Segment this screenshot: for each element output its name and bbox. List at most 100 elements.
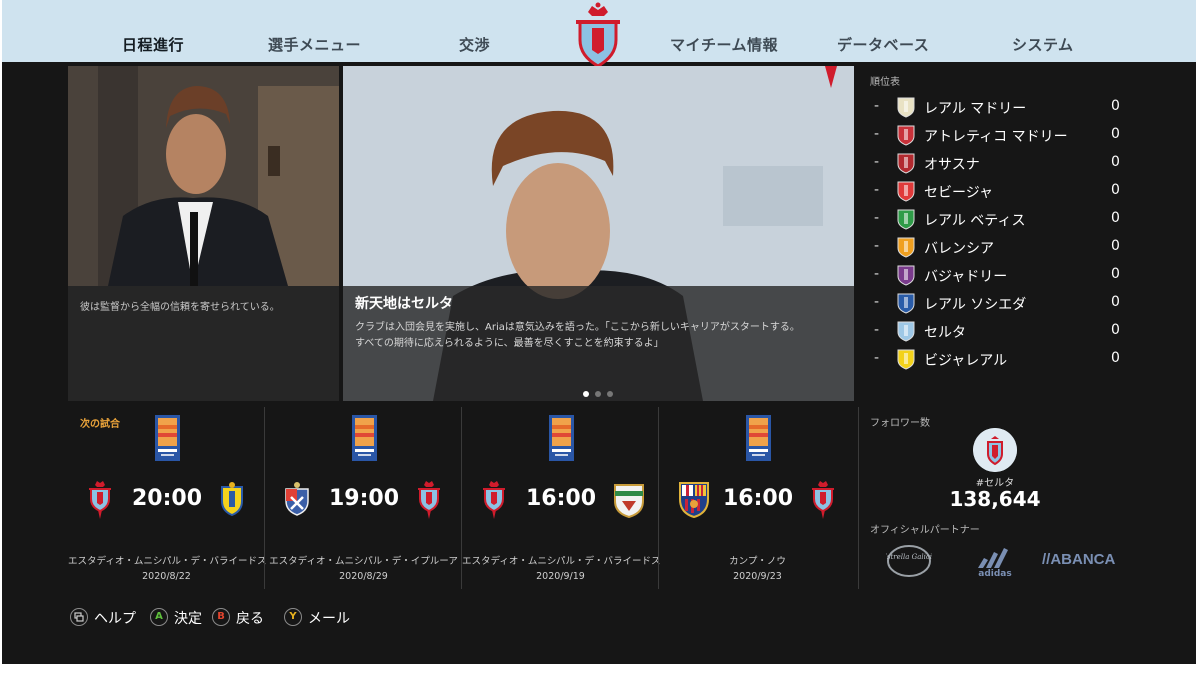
news-card-secondary[interactable]: 彼は監督から全幅の信頼を寄せられている。 [68, 66, 339, 401]
kickoff-time: 20:00 [131, 486, 203, 511]
laliga-icon [549, 415, 574, 461]
home-team-crest-icon [86, 479, 114, 519]
standings-points: 0 [1111, 294, 1120, 310]
standings-points: 0 [1111, 322, 1120, 338]
match-date: 2020/8/29 [339, 571, 388, 582]
standings-position: - [874, 182, 880, 198]
standings-position: - [874, 266, 880, 282]
control-label: 決定 [174, 611, 202, 627]
tab-player-menu[interactable]: 選手メニュー [268, 34, 361, 55]
partner-adidas[interactable]: adidas [970, 544, 1020, 582]
laliga-icon [746, 415, 771, 461]
news-card-featured[interactable]: 新天地はセルタ クラブは入団会見を実施し、Ariaは意気込みを語った。「ここから… [343, 66, 854, 401]
away-team-crest-icon [415, 479, 443, 519]
away-team-crest-icon [218, 479, 246, 519]
kickoff-time: 16:00 [525, 486, 597, 511]
team-crest-icon [897, 125, 915, 146]
manager-photo [68, 66, 339, 401]
standings-team: レアル マドリー [924, 101, 1027, 117]
news-body-line-2: すべての期待に応えられるように、最善を尽くすことを約束するよ」 [355, 338, 664, 349]
standings-points: 0 [1111, 350, 1120, 366]
match-date: 2020/9/19 [536, 571, 585, 582]
tab-system[interactable]: システム [1012, 34, 1074, 55]
standings-position: - [874, 294, 880, 310]
celta-crest-icon [973, 428, 1017, 472]
match-date: 2020/9/23 [733, 571, 782, 582]
away-team-crest-icon [612, 479, 644, 519]
home-team-crest-icon [480, 479, 508, 519]
standings-row[interactable]: - バジャドリー 0 [874, 264, 1124, 286]
adidas-logo-icon: adidas [978, 548, 1012, 579]
standings-position: - [874, 322, 880, 338]
standings-points: 0 [1111, 126, 1120, 142]
standings-title: 順位表 [870, 77, 900, 88]
tab-negotiation[interactable]: 交渉 [459, 34, 490, 55]
news-caption: 彼は監督から全幅の信頼を寄せられている。 [80, 302, 280, 313]
partner-abanca[interactable]: //ABANCA [1042, 551, 1115, 568]
standings-row[interactable]: - レアル マドリー 0 [874, 96, 1124, 118]
standings-position: - [874, 210, 880, 226]
standings-team: バジャドリー [924, 269, 1008, 285]
fixture-card[interactable]: 20:00 エスタディオ・ムニシパル・デ・バライードス 2020/8/22 [68, 407, 267, 589]
kickoff-time: 16:00 [722, 486, 794, 511]
standings-team: ビジャレアル [924, 353, 1008, 369]
standings-row[interactable]: - オサスナ 0 [874, 152, 1124, 174]
followers-label: フォロワー数 [870, 418, 930, 429]
control-label: 戻る [236, 611, 264, 627]
standings-team: アトレティコ マドリー [924, 129, 1068, 145]
home-team-crest-icon [283, 479, 311, 519]
estrella-galicia-logo-icon: Estrella Galicia [881, 545, 936, 577]
carousel-dot[interactable] [595, 391, 601, 397]
fixture-card[interactable]: 16:00 カンプ・ノウ 2020/9/23 [659, 407, 856, 589]
standings-row[interactable]: - レアル ソシエダ 0 [874, 292, 1124, 314]
standings-team: オサスナ [924, 157, 980, 173]
match-date: 2020/8/22 [142, 571, 191, 582]
standings-team: セルタ [924, 325, 966, 341]
team-crest-icon [897, 153, 915, 174]
standings-points: 0 [1111, 154, 1120, 170]
standings-position: - [874, 154, 880, 170]
standings-team: レアル ベティス [924, 213, 1026, 229]
partner-estrella-galicia[interactable]: Estrella Galicia [881, 544, 936, 582]
team-crest-icon [897, 237, 915, 258]
standings-team: セビージャ [924, 185, 994, 201]
standings-points: 0 [1111, 266, 1120, 282]
partner-name: adidas [978, 569, 1011, 578]
laliga-icon [155, 415, 180, 461]
team-crest-icon [897, 97, 915, 118]
standings-row[interactable]: - バレンシア 0 [874, 236, 1124, 258]
standings-row[interactable]: - アトレティコ マドリー 0 [874, 124, 1124, 146]
control-label: ヘルプ [94, 611, 136, 627]
follower-count: 138,644 [949, 487, 1041, 511]
control-label: メール [308, 611, 350, 627]
laliga-icon [352, 415, 377, 461]
standings-position: - [874, 350, 880, 366]
standings-row[interactable]: - セビージャ 0 [874, 180, 1124, 202]
partner-name: Estrella Galicia [886, 553, 932, 561]
standings-points: 0 [1111, 238, 1120, 254]
standings-row[interactable]: - セルタ 0 [874, 320, 1124, 342]
fixture-card[interactable]: 16:00 エスタディオ・ムニシパル・デ・バライードス 2020/9/19 [462, 407, 661, 589]
team-crest-icon [897, 349, 915, 370]
match-venue: カンプ・ノウ [729, 556, 786, 567]
standings-team: バレンシア [924, 241, 994, 257]
view-icon [70, 608, 88, 626]
news-body-line-1: クラブは入団会見を実施し、Ariaは意気込みを語った。「ここから新しいキャリアが… [355, 322, 800, 333]
kickoff-time: 19:00 [328, 486, 400, 511]
standings-points: 0 [1111, 98, 1120, 114]
carousel-dot[interactable] [607, 391, 613, 397]
fixture-card[interactable]: 19:00 エスタディオ・ムニシパル・デ・イプルーア 2020/8/29 [265, 407, 462, 589]
tab-my-team-info[interactable]: マイチーム情報 [670, 34, 778, 55]
controller-button-y: Y [284, 608, 302, 626]
standings-points: 0 [1111, 182, 1120, 198]
away-team-crest-icon [809, 479, 837, 519]
tab-database[interactable]: データベース [837, 34, 929, 55]
tab-schedule[interactable]: 日程進行 [122, 34, 184, 55]
standings-row[interactable]: - レアル ベティス 0 [874, 208, 1124, 230]
press-conference-photo [343, 66, 854, 401]
standings-row[interactable]: - ビジャレアル 0 [874, 348, 1124, 370]
carousel-dot[interactable] [583, 391, 589, 397]
match-venue: エスタディオ・ムニシパル・デ・バライードス [462, 556, 661, 567]
standings-team: レアル ソシエダ [924, 297, 1027, 313]
controller-button-a: A [150, 608, 168, 626]
